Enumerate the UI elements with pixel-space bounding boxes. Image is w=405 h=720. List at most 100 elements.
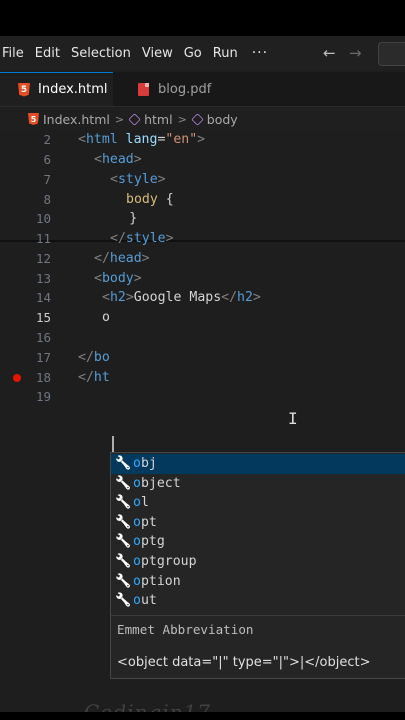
- wrench-icon: 🔧: [115, 554, 132, 569]
- suggestion-item[interactable]: 🔧 option: [111, 572, 405, 592]
- tab-label: blog.pdf: [158, 81, 212, 97]
- line-code: </bo: [78, 350, 110, 365]
- line-number: 14: [35, 290, 51, 305]
- tab-label: Index.html: [38, 82, 108, 97]
- ibeam-cursor-icon: I: [288, 409, 298, 428]
- breakpoint-icon[interactable]: [13, 374, 21, 382]
- line-number: 10: [35, 211, 51, 226]
- more-menu-icon[interactable]: ···: [252, 45, 268, 61]
- suggestion-item[interactable]: 🔧 out: [111, 591, 405, 611]
- suggestion-item[interactable]: 🔧 optgroup: [111, 552, 405, 572]
- command-center-box[interactable]: [378, 42, 405, 66]
- suggestion-label: opt: [133, 514, 157, 530]
- breadcrumb-body[interactable]: body: [207, 112, 238, 127]
- breadcrumb-html[interactable]: html: [144, 112, 172, 127]
- editor-tabs: 5 Index.html blog.pdf: [0, 72, 405, 107]
- menu-selection[interactable]: Selection: [71, 46, 139, 61]
- line-code: <style>: [110, 172, 166, 187]
- menu-run[interactable]: Run: [213, 46, 246, 61]
- suggestion-label: optgroup: [133, 554, 197, 569]
- line-code: <h2>Google Maps</h2>: [102, 290, 261, 305]
- line-number: 15: [35, 310, 51, 325]
- details-body: <object data="|" type="|">|</object>: [117, 655, 371, 670]
- code-line[interactable]: 6 <head>: [0, 150, 405, 170]
- wrench-icon: 🔧: [115, 495, 132, 511]
- code-line[interactable]: 8 body {: [0, 190, 405, 210]
- wrench-icon: 🔧: [115, 475, 132, 491]
- code-editor[interactable]: 2 <html lang="en"> 6 <head> 7 <style> 8 body { 1…: [0, 130, 405, 710]
- suggestion-label: object: [133, 475, 181, 491]
- line-number: 16: [35, 330, 51, 345]
- line-code: </style>: [110, 231, 174, 246]
- menu-edit[interactable]: Edit: [35, 46, 68, 61]
- line-number: 13: [35, 271, 51, 286]
- breadcrumb-file[interactable]: Index.html: [43, 112, 110, 127]
- line-code: <html lang="en">: [78, 132, 206, 147]
- line-number: 17: [35, 350, 51, 365]
- forward-arrow-icon[interactable]: →: [349, 36, 362, 70]
- html5-icon: 5: [28, 113, 39, 125]
- text-cursor: [112, 436, 114, 452]
- code-line[interactable]: 11 </style>: [0, 229, 405, 249]
- menu-go[interactable]: Go: [184, 46, 210, 61]
- line-number: 8: [43, 192, 51, 207]
- code-line[interactable]: 15 o: [0, 308, 405, 328]
- line-number: 12: [35, 251, 51, 266]
- wrench-icon: 🔧: [115, 593, 132, 609]
- code-line[interactable]: 18 </ht: [0, 368, 405, 388]
- suggestion-item[interactable]: 🔧 optg: [111, 532, 405, 552]
- code-line[interactable]: 17 </bo: [0, 348, 405, 368]
- menu-bar: File Edit Selection View Go Run ··· ← →: [0, 36, 405, 70]
- line-code: </head>: [94, 251, 150, 266]
- line-code: <head>: [94, 152, 142, 167]
- element-icon: [128, 112, 141, 126]
- suggestion-label: optg: [133, 534, 165, 550]
- tab-index-html[interactable]: 5 Index.html: [0, 72, 113, 106]
- chevron-right-icon: >: [114, 112, 125, 126]
- code-line[interactable]: 7 <style>: [0, 170, 405, 190]
- back-arrow-icon[interactable]: ←: [323, 36, 336, 70]
- line-code: o: [102, 310, 110, 325]
- suggestion-label: ol: [133, 495, 149, 511]
- breadcrumb: 5 Index.html > html > body: [0, 108, 405, 130]
- element-icon: [191, 112, 204, 126]
- suggest-widget: 🔧 obj 🔧 object 🔧 ol 🔧 opt 🔧 optg 🔧 optgroup 🔧 option 🔧…: [110, 452, 405, 618]
- wrench-icon: 🔧: [115, 456, 132, 471]
- suggest-details: Emmet Abbreviation <object data="|" type…: [110, 615, 405, 679]
- menu-view[interactable]: View: [142, 46, 181, 61]
- chevron-right-icon: >: [177, 112, 187, 126]
- suggestion-label: out: [133, 593, 157, 609]
- line-number: 11: [35, 231, 51, 246]
- line-code: }: [129, 211, 138, 226]
- line-number: 6: [43, 152, 51, 167]
- code-line[interactable]: 14 <h2>Google Maps</h2>: [0, 288, 405, 308]
- wrench-icon: 🔧: [115, 573, 132, 589]
- suggestion-item[interactable]: 🔧 ol: [111, 493, 405, 513]
- line-code: <body>: [94, 271, 142, 286]
- code-line[interactable]: 12 </head>: [0, 249, 405, 269]
- suggestion-item[interactable]: 🔧 obj: [111, 454, 405, 474]
- suggestion-item[interactable]: 🔧 object: [111, 474, 405, 494]
- line-number: 7: [43, 172, 51, 187]
- suggestion-label: option: [133, 573, 181, 589]
- wrench-icon: 🔧: [115, 534, 132, 550]
- menu-file[interactable]: File: [2, 46, 32, 61]
- suggestion-item[interactable]: 🔧 opt: [111, 513, 405, 533]
- details-title: Emmet Abbreviation: [117, 622, 254, 637]
- code-line[interactable]: 10}: [0, 209, 405, 229]
- watermark: Codingin17: [84, 700, 211, 712]
- vscode-window: File Edit Selection View Go Run ··· ← → …: [0, 36, 405, 712]
- code-line[interactable]: 19: [0, 387, 405, 407]
- line-code: body {: [126, 192, 174, 207]
- code-line[interactable]: 2 <html lang="en">: [0, 130, 405, 150]
- line-number: 2: [43, 132, 51, 147]
- code-line[interactable]: 16: [0, 328, 405, 348]
- pdf-icon: [138, 82, 149, 96]
- wrench-icon: 🔧: [115, 514, 132, 530]
- suggestion-label: obj: [133, 456, 157, 471]
- line-number: 19: [35, 389, 51, 404]
- line-code: </ht: [78, 370, 110, 385]
- line-number: 18: [35, 370, 51, 385]
- tab-blog-pdf[interactable]: blog.pdf: [120, 72, 211, 106]
- code-line[interactable]: 13 <body>: [0, 269, 405, 289]
